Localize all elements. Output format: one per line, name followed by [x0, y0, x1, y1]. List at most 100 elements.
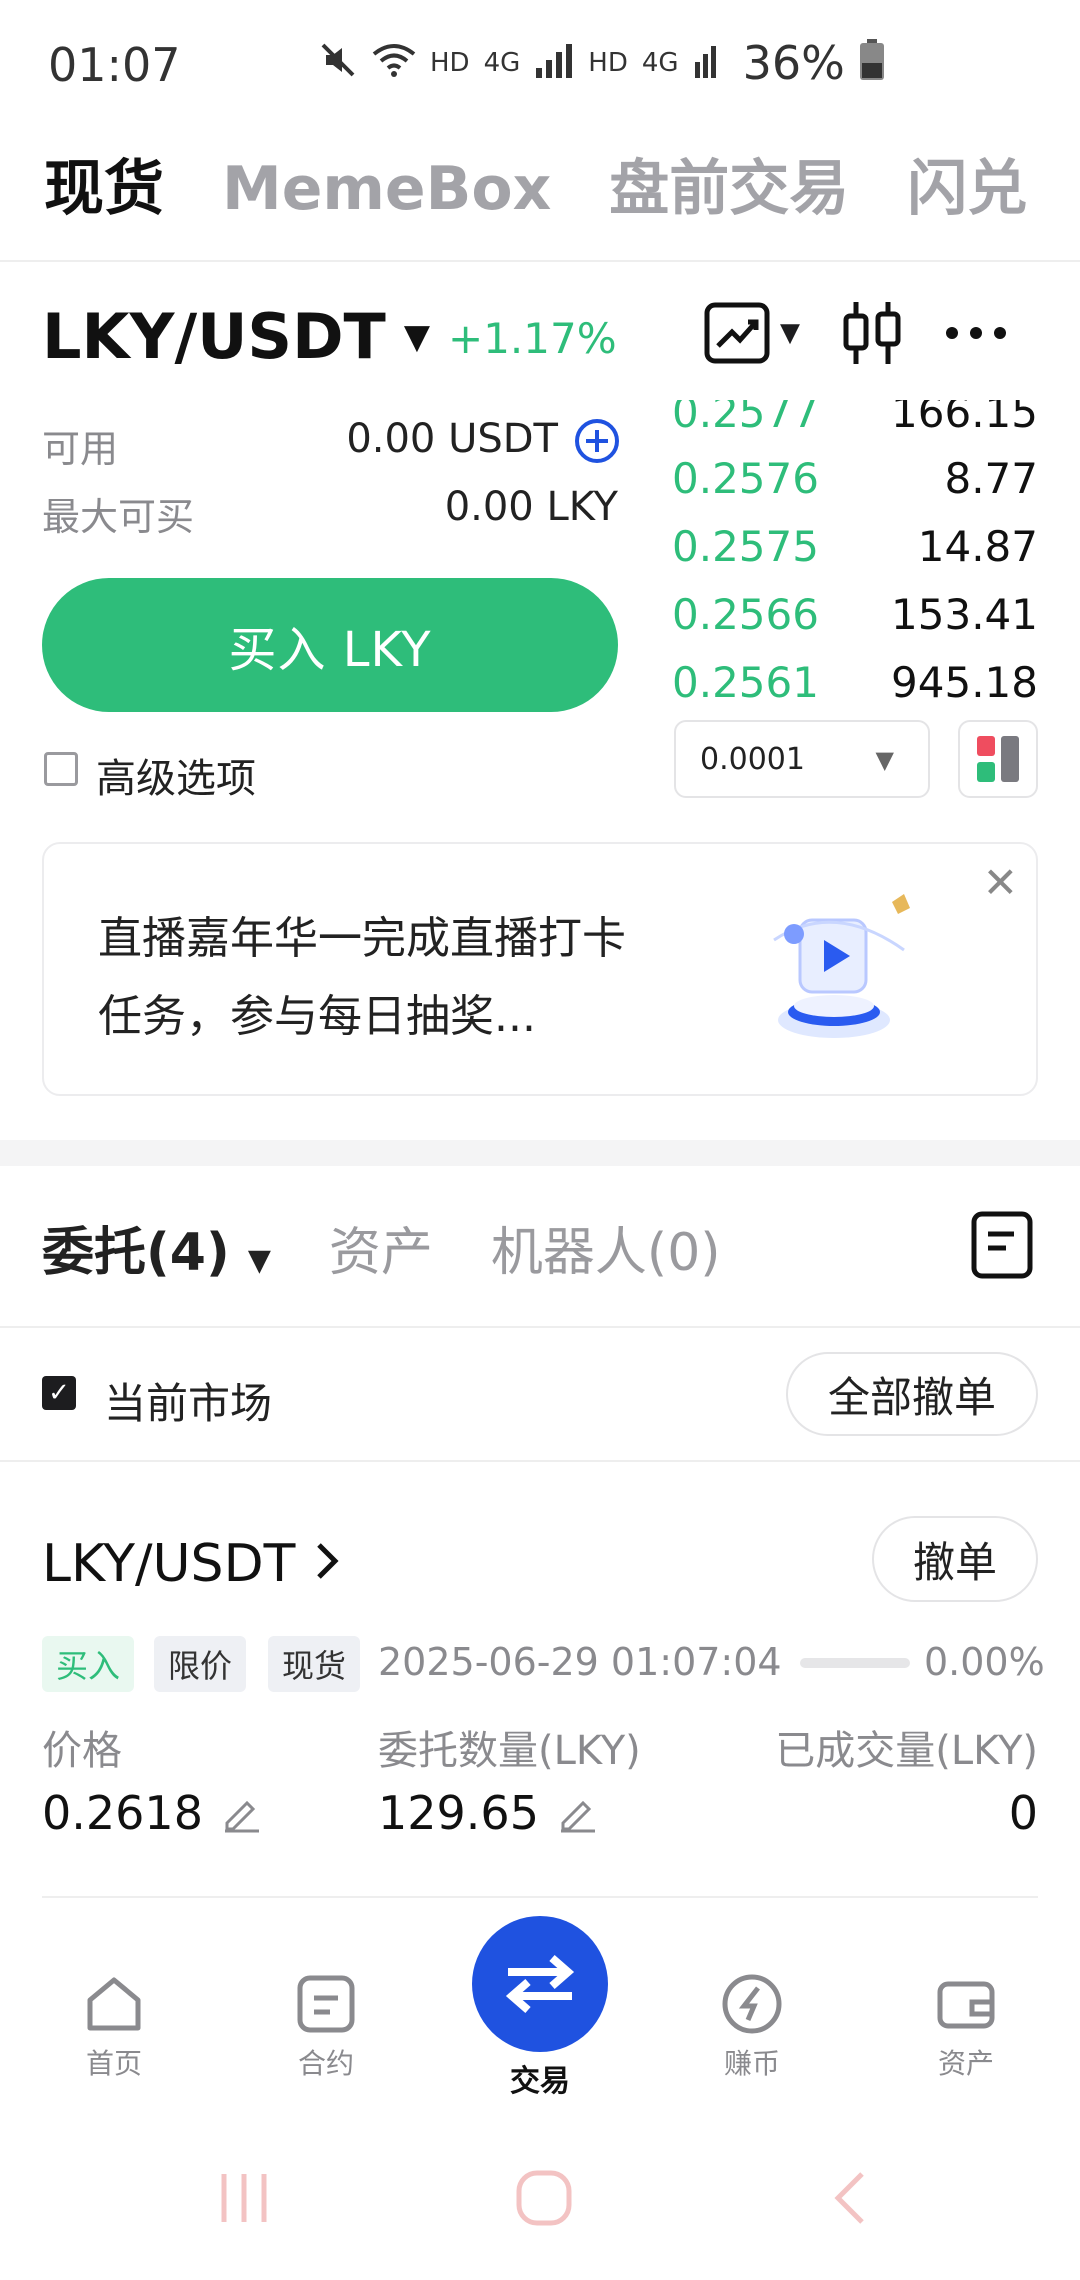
order-book-row[interactable]: 0.2561 945.18	[672, 648, 1038, 710]
pair-selector[interactable]: LKY/USDT ▼	[42, 300, 430, 373]
precision-select[interactable]: 0.0001 ▼	[674, 720, 930, 798]
amount-cell: 129.65	[378, 1786, 597, 1840]
order-type-badge: 限价	[154, 1636, 247, 1692]
status-time: 01:07	[48, 38, 181, 92]
current-market-label: 当前市场	[104, 1379, 273, 1428]
ob-price: 0.2577	[672, 400, 819, 437]
live-stream-illustration-icon	[773, 894, 910, 1038]
nav-home[interactable]: 首页	[34, 1972, 194, 2082]
header-actions: ▼	[704, 300, 1008, 366]
order-book-row[interactable]: 0.2566 153.41	[672, 580, 1038, 648]
price-label: 价格	[42, 1728, 122, 1774]
tab-bots[interactable]: 机器人(0)	[491, 1210, 721, 1285]
home-icon	[87, 1977, 141, 2031]
back-icon[interactable]	[830, 2168, 870, 2228]
promo-text: 直播嘉年华一完成直播打卡任务，参与每日抽奖...	[98, 913, 626, 1042]
ob-qty: 14.87	[917, 521, 1038, 571]
advanced-checkbox[interactable]	[44, 752, 78, 786]
status-icons: HD 4G HD 4G 36%	[318, 36, 885, 90]
nav-assets[interactable]: 资产	[886, 1972, 1046, 2082]
chart-button[interactable]: ▼	[704, 302, 800, 364]
bottom-nav: 首页 合约 交易 赚币 资产	[0, 1906, 1080, 2106]
battery-icon	[859, 38, 885, 88]
more-icon[interactable]	[944, 323, 1008, 343]
nav-futures[interactable]: 合约	[246, 1972, 406, 2082]
current-market-checkbox[interactable]: ✓	[42, 1376, 76, 1410]
max-buy-label: 最大可买	[42, 495, 195, 539]
filter-divider	[0, 1460, 1080, 1462]
price-value: 0.2618	[42, 1786, 203, 1840]
cancel-all-button[interactable]: 全部撤单	[786, 1352, 1038, 1436]
candlestick-icon[interactable]	[840, 300, 904, 366]
line-chart-icon	[704, 302, 770, 364]
fill-percent: 0.00%	[924, 1640, 1045, 1684]
ob-price: 0.2575	[672, 521, 819, 571]
ob-qty: 8.77	[944, 453, 1038, 503]
order-pair-link[interactable]: LKY/USDT	[42, 1534, 339, 1594]
amount-value: 129.65	[378, 1786, 539, 1840]
swap-arrows-icon	[505, 1954, 575, 2014]
status-bar: 01:07 HD 4G HD 4G 36%	[0, 0, 1080, 130]
market-type-tabs: 现货 MemeBox 盘前交易 闪兑	[44, 140, 1027, 227]
tab-assets[interactable]: 资产	[329, 1210, 433, 1285]
tab-premarket[interactable]: 盘前交易	[609, 140, 849, 227]
caret-down-icon: ▼	[247, 1243, 271, 1278]
network-4g-label-2: 4G	[641, 48, 679, 78]
caret-down-icon: ▼	[780, 318, 800, 348]
recent-apps-icon[interactable]	[216, 2170, 272, 2226]
ob-qty: 945.18	[891, 657, 1038, 707]
order-history-icon[interactable]	[970, 1210, 1034, 1280]
close-icon[interactable]: ✕	[983, 858, 1018, 907]
tab-memebox[interactable]: MemeBox	[222, 154, 551, 224]
tabs-divider	[0, 1326, 1080, 1328]
nav-earn-label: 赚币	[723, 2047, 780, 2080]
section-gap	[0, 1140, 1080, 1166]
market-badge: 现货	[268, 1636, 361, 1692]
caret-down-icon: ▼	[875, 746, 894, 774]
precision-value: 0.0001	[700, 741, 805, 777]
ob-price: 0.2561	[672, 657, 819, 707]
tab-orders-label: 委托(4)	[42, 1223, 230, 1283]
cancel-order-button[interactable]: 撤单	[872, 1516, 1038, 1602]
futures-icon	[297, 1975, 355, 2033]
earn-icon	[722, 1974, 782, 2034]
order-pair: LKY/USDT	[42, 1534, 296, 1594]
chevron-right-icon	[315, 1534, 339, 1594]
mute-icon	[318, 40, 358, 87]
nav-trade-label: 交易	[510, 2064, 570, 2099]
order-book-row[interactable]: 0.2576 8.77	[672, 444, 1038, 512]
nav-trade[interactable]	[472, 1916, 608, 2052]
ob-price: 0.2576	[672, 453, 819, 503]
order-book-row[interactable]: 0.2575 14.87	[672, 512, 1038, 580]
pair-name: LKY/USDT	[42, 300, 386, 373]
tab-spot[interactable]: 现货	[44, 140, 164, 227]
wifi-icon	[372, 42, 416, 85]
price-cell: 0.2618	[42, 1786, 261, 1840]
edit-amount-icon[interactable]	[557, 1793, 597, 1833]
filled-label: 已成交量(LKY)	[775, 1728, 1038, 1774]
network-4g-label: 4G	[483, 48, 521, 78]
order-divider	[42, 1896, 1038, 1898]
nav-home-label: 首页	[85, 2047, 142, 2080]
tab-convert[interactable]: 闪兑	[907, 140, 1027, 227]
tab-orders[interactable]: 委托(4) ▼	[42, 1210, 271, 1285]
book-layout-button[interactable]	[958, 720, 1038, 798]
ob-price: 0.2566	[672, 589, 819, 639]
signal-icon-2	[693, 42, 723, 85]
promo-banner[interactable]: 直播嘉年华一完成直播打卡任务，参与每日抽奖... ✕	[42, 842, 1038, 1096]
deposit-button[interactable]	[574, 418, 620, 468]
orders-tabs: 委托(4) ▼ 资产 机器人(0)	[42, 1210, 721, 1285]
caret-down-icon: ▼	[403, 316, 431, 357]
edit-price-icon[interactable]	[221, 1793, 261, 1833]
order-book-row[interactable]: 0.2577 166.15	[672, 400, 1038, 446]
filled-value: 0	[1008, 1786, 1038, 1840]
ob-qty: 153.41	[891, 589, 1038, 639]
buy-button[interactable]: 买入 LKY	[42, 578, 618, 712]
filled-cell: 0	[1009, 1786, 1038, 1840]
side-badge: 买入	[42, 1636, 135, 1692]
system-nav-bar	[0, 2150, 1080, 2250]
wallet-icon	[937, 1981, 995, 2029]
nav-earn[interactable]: 赚币	[672, 1972, 832, 2082]
price-change: +1.17%	[448, 314, 617, 363]
home-nav-icon[interactable]	[514, 2168, 574, 2228]
